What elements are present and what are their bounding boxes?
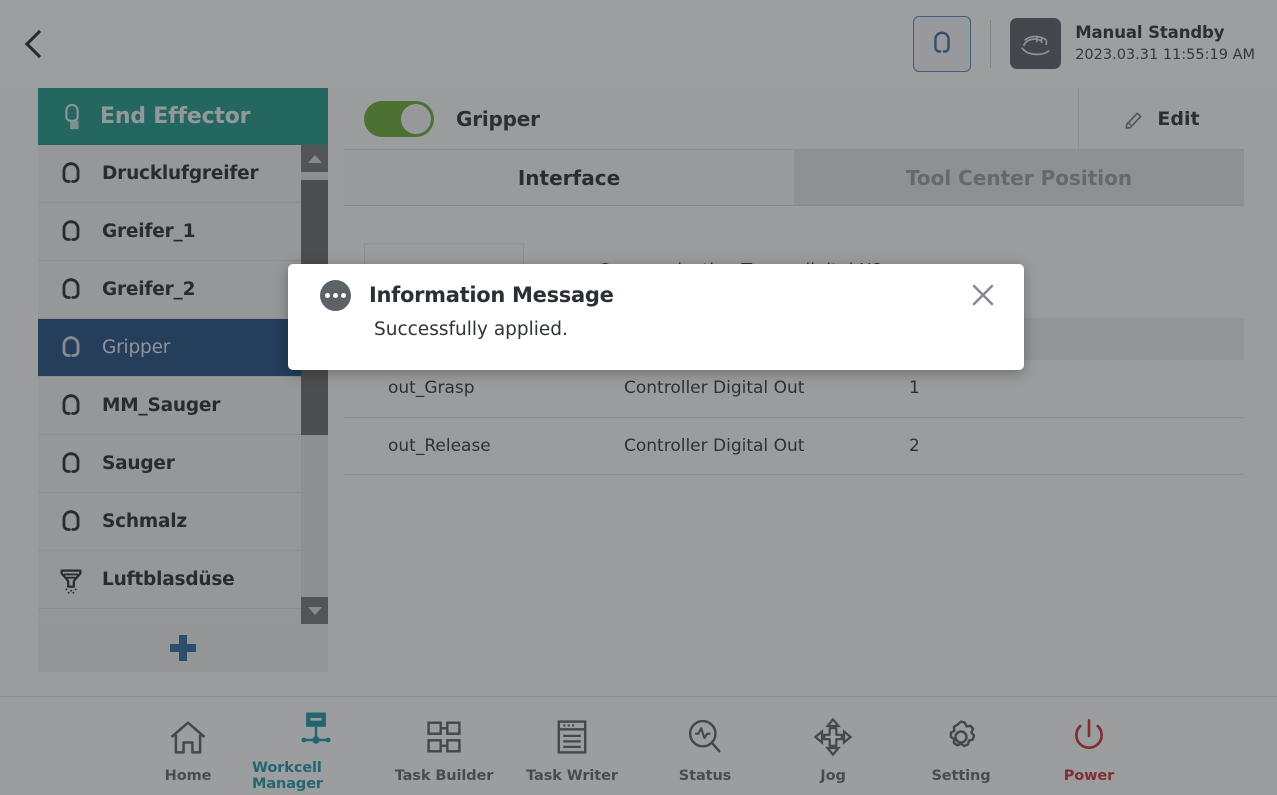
- close-icon: [972, 284, 994, 306]
- info-dots-icon: [320, 279, 351, 311]
- dialog-header: Information Message: [288, 264, 1024, 326]
- modal-scrim[interactable]: [0, 0, 1277, 795]
- dot-2: [333, 292, 338, 298]
- app-root: Manual Standby 2023.03.31 11:55:19 AM En…: [0, 0, 1277, 795]
- dialog-title: Information Message: [369, 283, 614, 307]
- information-dialog: Information Message Successfully applied…: [288, 264, 1024, 370]
- dot-3: [341, 292, 346, 298]
- dialog-message: Successfully applied.: [374, 319, 568, 340]
- dialog-close-button[interactable]: [964, 276, 1002, 314]
- dot-1: [325, 292, 330, 298]
